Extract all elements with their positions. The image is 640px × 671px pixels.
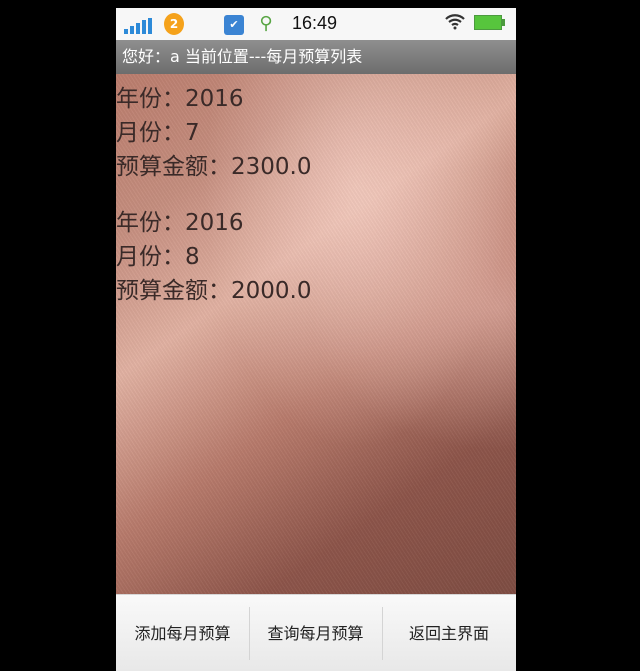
list-item[interactable]: 年份：2016 月份：7 预算金额：2300.0 — [116, 82, 311, 184]
year-label: 年份：2016 — [116, 86, 244, 112]
signal-bar — [148, 18, 152, 34]
title-bar: 您好：a 当前位置---每月预算列表 — [116, 40, 516, 74]
back-to-main-button[interactable]: 返回主界面 — [382, 595, 516, 671]
status-bar: 2 ✔ ⚲ 16:49 — [116, 8, 516, 40]
query-monthly-budget-button[interactable]: 查询每月预算 — [249, 595, 382, 671]
add-monthly-budget-button[interactable]: 添加每月预算 — [116, 595, 249, 671]
bottom-menu: 添加每月预算 查询每月预算 返回主界面 — [116, 594, 516, 671]
signal-bar — [124, 29, 128, 34]
status-clock: 16:49 — [292, 13, 338, 33]
year-label: 年份：2016 — [116, 210, 244, 236]
phone-screen: 2 ✔ ⚲ 16:49 您好：a 当前位置---每月预算列表 年份：2016 月… — [116, 8, 516, 671]
list-item[interactable]: 年份：2016 月份：8 预算金额：2000.0 — [116, 206, 311, 308]
signal-bars-icon — [124, 18, 152, 34]
signal-bar — [130, 26, 134, 34]
usb-icon: ⚲ — [259, 13, 273, 34]
amount-label: 预算金额：2000.0 — [116, 278, 312, 304]
signal-bar — [142, 20, 146, 34]
month-label: 月份：7 — [116, 120, 200, 146]
amount-label: 预算金额：2300.0 — [116, 154, 312, 180]
badge-count: 2 — [169, 17, 179, 31]
wifi-icon — [445, 14, 465, 30]
app-icon: ✔ — [224, 15, 244, 35]
signal-bar — [136, 23, 140, 34]
page-title: 您好：a 当前位置---每月预算列表 — [122, 47, 363, 66]
app-badge-icon: 2 — [164, 13, 184, 35]
budget-list: 年份：2016 月份：7 预算金额：2300.0 年份：2016 月份：8 预算… — [116, 74, 516, 594]
month-label: 月份：8 — [116, 244, 200, 270]
battery-icon — [474, 15, 505, 30]
battery-tip — [502, 19, 505, 26]
